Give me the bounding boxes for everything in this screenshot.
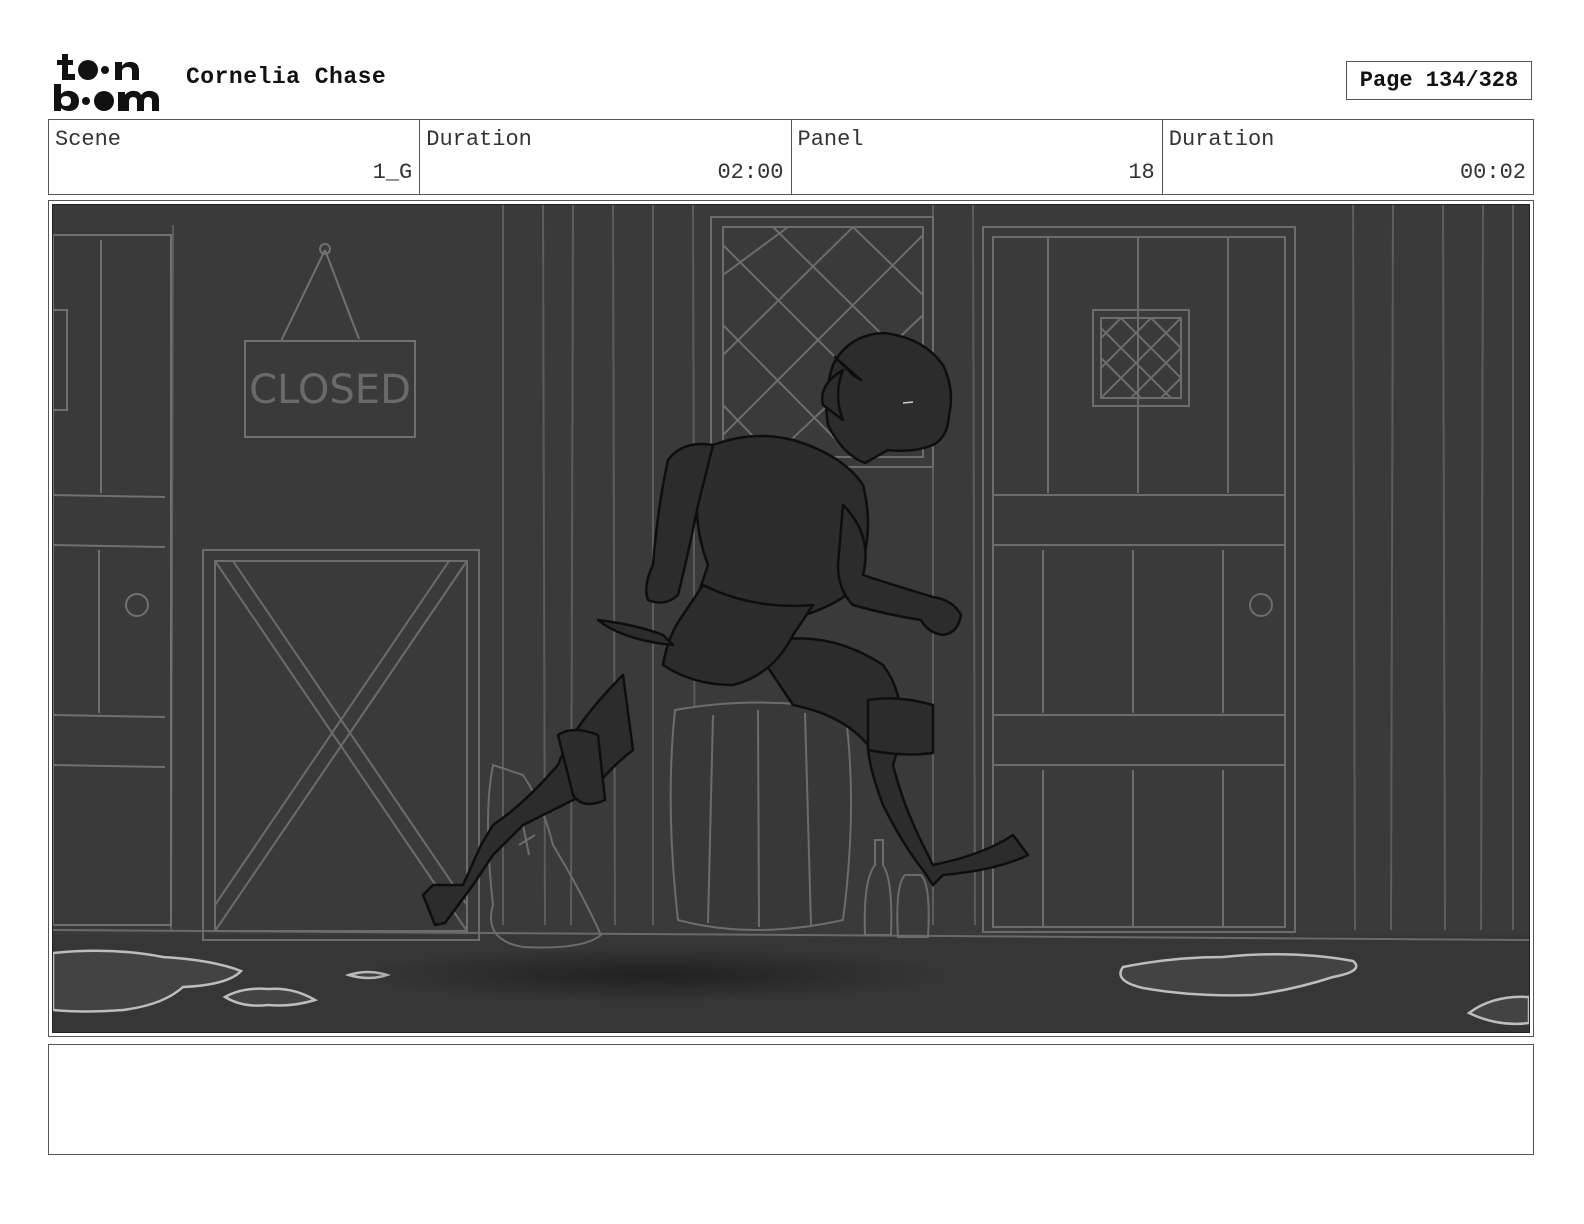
- scene-duration-cell: Duration 02:00: [420, 120, 792, 194]
- scene-cell: Scene 1_G: [49, 120, 421, 194]
- page-number: Page 134/328: [1346, 61, 1532, 100]
- scene-duration-value: 02:00: [717, 160, 784, 185]
- scene-duration-label: Duration: [426, 127, 532, 152]
- scene-info-bar: Scene 1_G Duration 02:00 Panel 18 Durati…: [48, 119, 1534, 195]
- panel-drawing: CLOSED: [52, 204, 1530, 1033]
- closed-sign-text: CLOSED: [249, 367, 411, 413]
- panel-value: 18: [1128, 160, 1155, 185]
- panel-label: Panel: [797, 127, 864, 152]
- panel-duration-label: Duration: [1168, 127, 1275, 152]
- toonboom-logo: [52, 50, 164, 112]
- scene-label: Scene: [55, 127, 122, 152]
- panel-duration-value: 00:02: [1459, 160, 1526, 185]
- project-title: Cornelia Chase: [186, 64, 387, 90]
- panel-duration-cell: Duration 00:02: [1163, 120, 1533, 194]
- panel-notes: [48, 1044, 1534, 1155]
- scene-value: 1_G: [372, 160, 413, 185]
- storyboard-panel: CLOSED: [48, 200, 1534, 1037]
- panel-illustration: CLOSED: [53, 205, 1529, 1032]
- panel-cell: Panel 18: [792, 120, 1163, 194]
